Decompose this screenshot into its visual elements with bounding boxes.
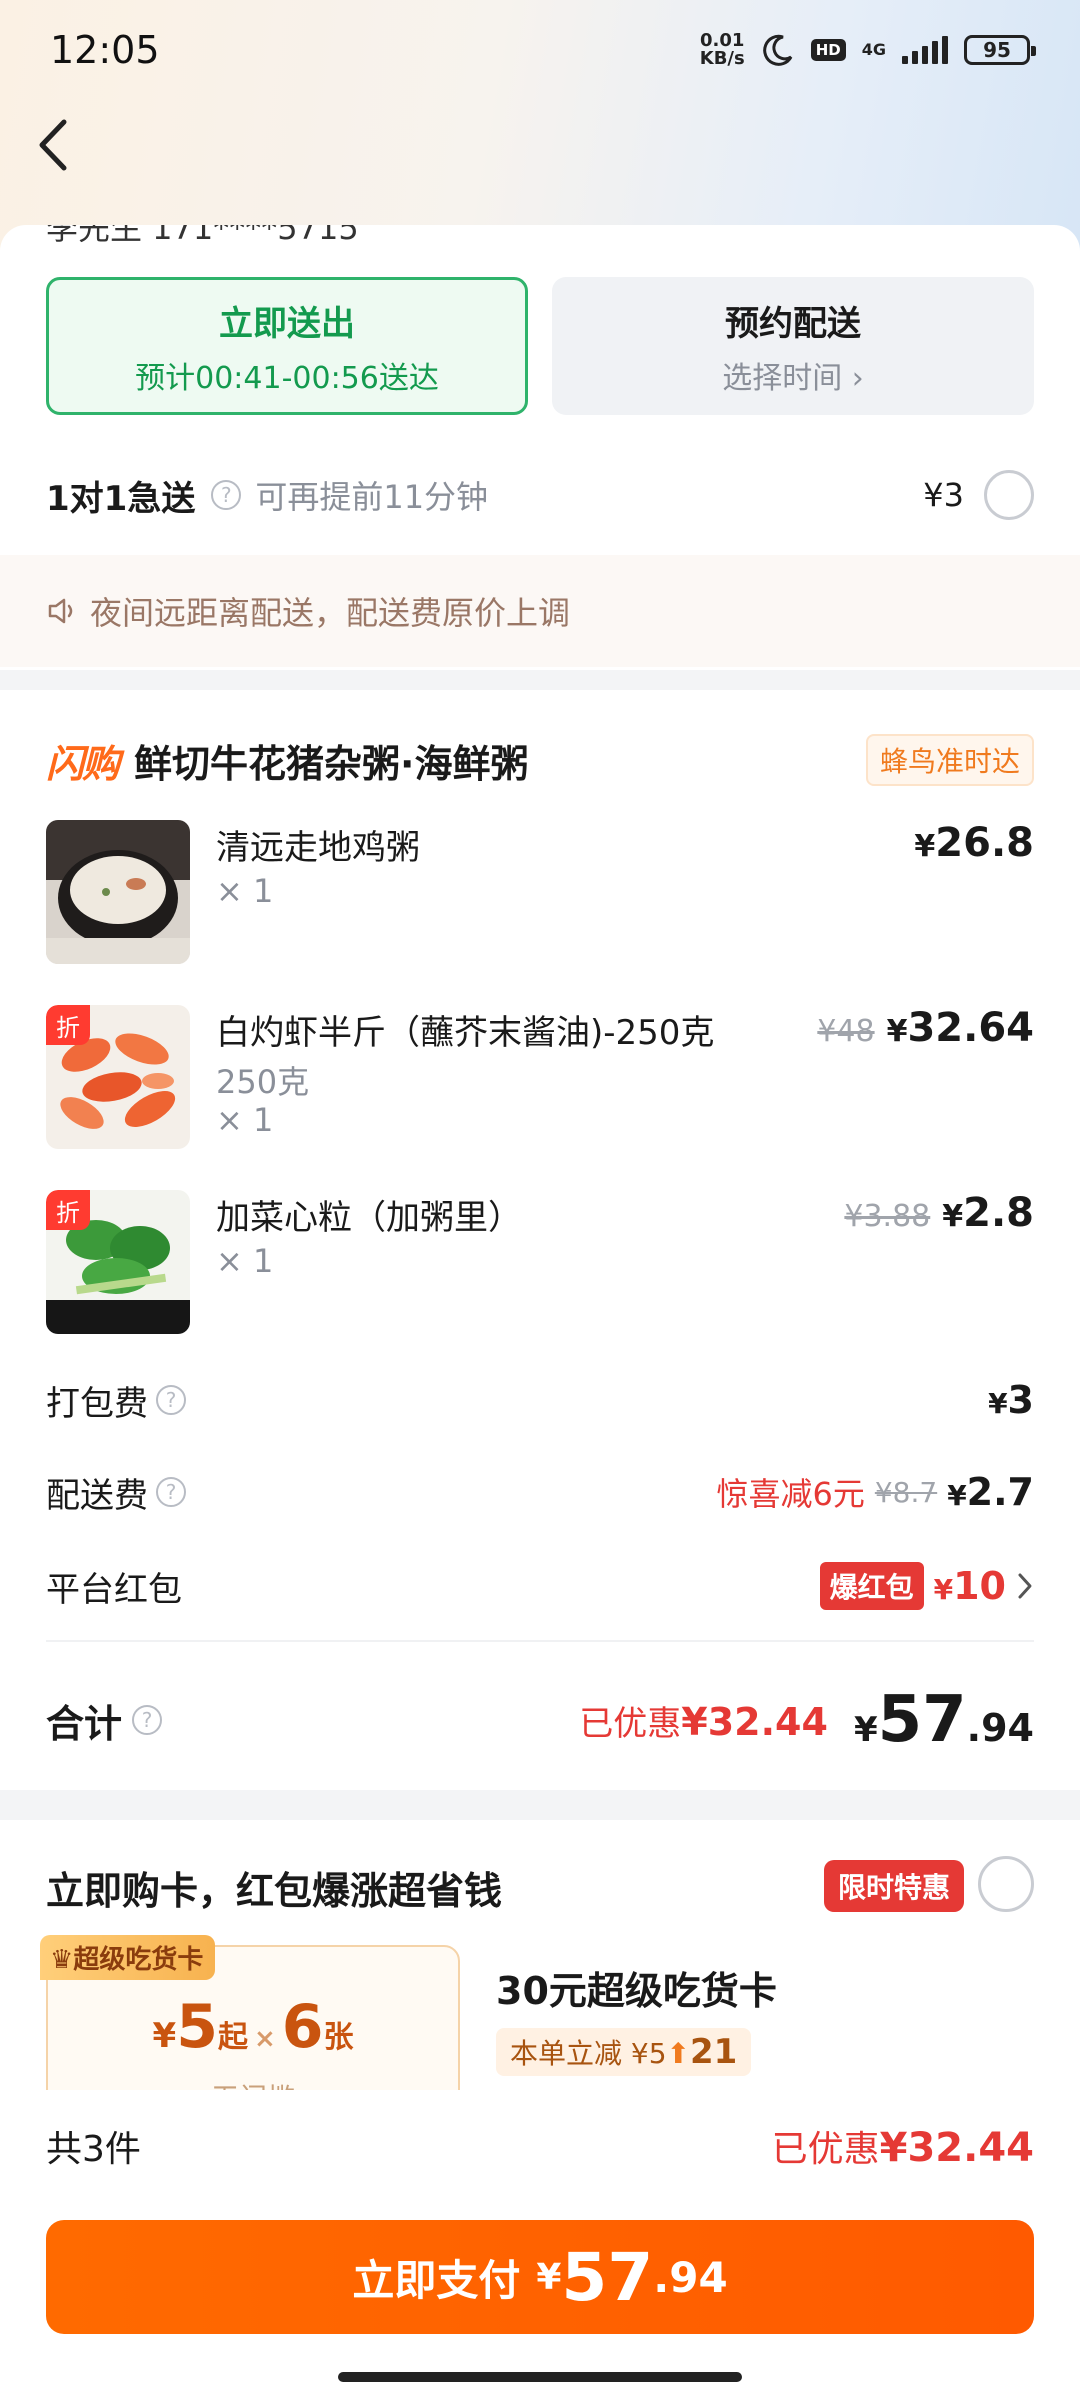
shrimp-image: 折: [46, 1005, 190, 1149]
item-name: 白灼虾半斤（蘸芥末酱油)-250克: [216, 1013, 715, 1053]
promo-title: 立即购卡，红包爆涨超省钱: [46, 1869, 503, 1913]
help-icon[interactable]: ?: [156, 1477, 186, 1507]
shop-row[interactable]: 闪购 鲜切牛花猪杂粥·海鲜粥 蜂鸟准时达: [46, 730, 1034, 790]
redpacket-row[interactable]: 平台红包 爆红包 ¥10: [46, 1556, 1034, 1616]
item-qty: × 1: [216, 1242, 274, 1280]
redpacket-value: ¥10: [933, 1564, 1006, 1608]
back-button[interactable]: [28, 110, 78, 180]
order-item[interactable]: 折 加菜心粒（加粥里） × 1 ¥3.88 ¥2.8: [46, 1190, 1034, 1340]
instant-delivery-title: 立即送出: [219, 303, 355, 344]
checkout-bar: 共3件 已优惠¥32.44 立即支付 ¥ 57 .94: [0, 2090, 1080, 2400]
redpacket-label: 平台红包: [46, 1569, 182, 1610]
congee-image: [46, 820, 190, 964]
network-speed: 0.01 KB/s: [700, 32, 745, 68]
schedule-delivery-sub: 选择时间 ›: [722, 360, 864, 396]
bottom-saved: 已优惠¥32.44: [771, 2125, 1034, 2171]
status-icons: 0.01 KB/s HD 4G 95: [700, 32, 1036, 68]
item-original-price: ¥48: [817, 1014, 875, 1049]
item-price: ¥2.8: [942, 1190, 1034, 1236]
instant-delivery-eta: 预计00:41-00:56送达: [135, 360, 439, 396]
burst-redpacket-badge: 爆红包: [819, 1562, 924, 1610]
items-count: 共3件: [46, 2129, 141, 2170]
order-item[interactable]: 折 白灼虾半斤（蘸芥末酱油)-250克 250克 × 1 ¥48 ¥32.64: [46, 1005, 1034, 1155]
shangou-logo: 闪购: [46, 741, 120, 786]
reduce-tag: 本单立减 ¥5⬆21: [496, 2028, 752, 2076]
item-qty: × 1: [216, 872, 274, 910]
ontime-badge: 蜂鸟准时达: [865, 734, 1034, 786]
speaker-icon: [48, 598, 73, 624]
notice-bar: 夜间远距离配送，配送费原价上调: [0, 555, 1080, 667]
rush-price: ¥3: [923, 476, 964, 514]
item-name: 加菜心粒（加粥里）: [216, 1198, 522, 1238]
rush-title: 1对1急送: [46, 478, 196, 519]
delivery-fee-row: 配送费 ? 惊喜减6元 ¥8.7 ¥2.7: [46, 1462, 1034, 1522]
address-contact-partial: 李先生 171****5715: [46, 225, 359, 247]
membership-promo-card: 立即购卡，红包爆涨超省钱 限时特惠 ♛超级吃货卡 ¥5起×6张 无门槛 30元超…: [0, 1820, 1080, 2115]
chevron-right-icon: [1018, 1573, 1032, 1599]
rush-radio[interactable]: [984, 470, 1034, 520]
arrow-up-icon: ⬆: [666, 2037, 690, 2070]
card-deal: ¥5起 × 6张: [152, 1992, 354, 2062]
card-name: 30元超级吃货卡: [496, 1969, 777, 2013]
order-item[interactable]: 清远走地鸡粥 × 1 ¥26.8: [46, 820, 1034, 970]
delivery-discount-text: 惊喜减6元: [716, 1475, 865, 1513]
help-icon[interactable]: ?: [156, 1385, 186, 1415]
item-price: ¥32.64: [886, 1005, 1034, 1051]
rush-delivery-row[interactable]: 1对1急送 ? 可再提前11分钟 ¥3: [46, 465, 1034, 525]
chevron-left-icon: [39, 119, 67, 171]
home-indicator[interactable]: [338, 2372, 742, 2382]
item-original-price: ¥3.88: [844, 1199, 931, 1234]
limited-offer-badge: 限时特惠: [823, 1860, 964, 1912]
battery-icon: 95: [964, 35, 1036, 65]
network-type: 4G: [861, 40, 886, 59]
pay-now-button[interactable]: 立即支付 ¥ 57 .94: [46, 2220, 1034, 2334]
crown-icon: ♛: [50, 1945, 74, 1975]
total-row: 合计 ? 已优惠¥32.44 ¥57.94: [46, 1680, 1034, 1760]
packing-fee-value: ¥3: [988, 1378, 1034, 1422]
packing-fee-row: 打包费 ? ¥3: [46, 1370, 1034, 1430]
item-price-group: ¥3.88 ¥2.8: [844, 1190, 1034, 1236]
discount-tag: 折: [46, 1005, 90, 1045]
status-time: 12:05: [50, 28, 160, 72]
rush-sub: 可再提前11分钟: [255, 478, 489, 516]
delivery-fee-value: ¥2.7: [947, 1470, 1034, 1514]
divider: [46, 1640, 1034, 1642]
hd-icon: HD: [810, 39, 846, 61]
order-card: 闪购 鲜切牛花猪杂粥·海鲜粥 蜂鸟准时达 清远走地鸡粥 × 1 ¥26.8 折 …: [0, 690, 1080, 1790]
item-price: ¥26.8: [914, 820, 1034, 866]
status-bar: 12:05 0.01 KB/s HD 4G 95: [0, 0, 1080, 100]
delivery-card: 李先生 171****5715 立即送出 预计00:41-00:56送达 预约配…: [0, 225, 1080, 670]
schedule-delivery-title: 预约配送: [725, 303, 861, 344]
moon-icon: [762, 34, 793, 66]
item-name: 清远走地鸡粥: [216, 828, 420, 868]
speed-unit: KB/s: [699, 48, 745, 69]
notice-text: 夜间远距离配送，配送费原价上调: [90, 594, 571, 632]
item-qty: × 1: [216, 1101, 274, 1139]
help-icon[interactable]: ?: [211, 480, 242, 510]
item-price-group: ¥48 ¥32.64: [817, 1005, 1034, 1051]
packing-fee-label: 打包费: [46, 1383, 148, 1424]
item-spec: 250克: [216, 1063, 310, 1101]
help-icon[interactable]: ?: [132, 1705, 163, 1735]
delivery-original-fee: ¥8.7: [874, 1475, 938, 1509]
item-price-group: ¥26.8: [914, 820, 1034, 866]
shop-name: 鲜切牛花猪杂粥·海鲜粥: [134, 741, 529, 786]
promo-radio[interactable]: [978, 1856, 1034, 1912]
discount-tag: 折: [46, 1190, 90, 1230]
schedule-delivery-button[interactable]: 预约配送 选择时间 ›: [552, 277, 1034, 415]
total-label: 合计: [46, 1701, 123, 1746]
greens-image: 折: [46, 1190, 190, 1334]
foodie-card-badge: ♛超级吃货卡: [40, 1935, 216, 1980]
instant-delivery-button[interactable]: 立即送出 预计00:41-00:56送达: [46, 277, 528, 415]
total-amount: ¥57.94: [853, 1683, 1034, 1757]
delivery-fee-label: 配送费: [46, 1475, 148, 1516]
signal-icon: [902, 36, 948, 64]
total-saved: 已优惠¥32.44: [579, 1699, 828, 1744]
